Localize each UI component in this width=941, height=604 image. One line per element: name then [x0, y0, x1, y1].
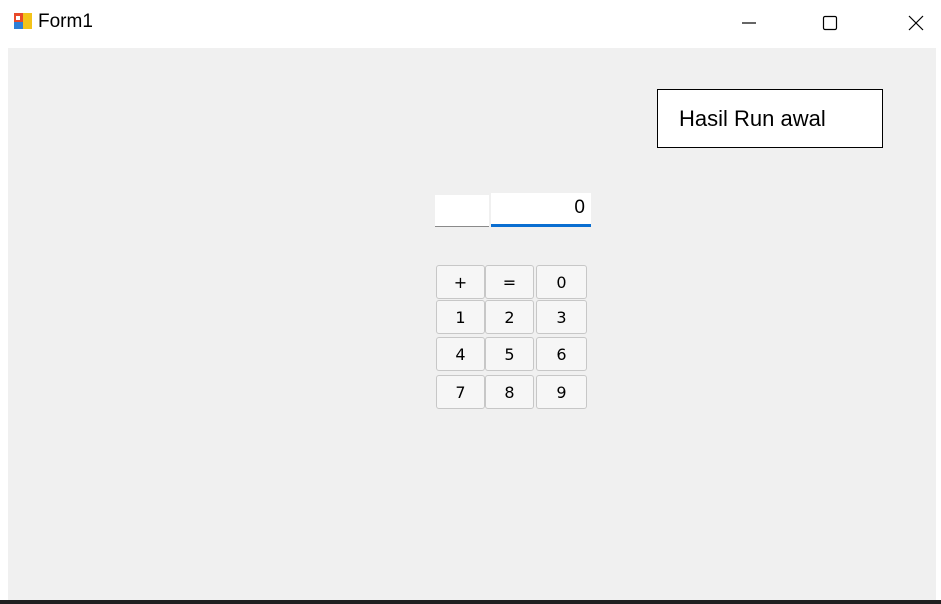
window-bottom-edge — [0, 600, 941, 604]
close-icon — [908, 15, 924, 31]
digit-1-button[interactable]: 1 — [436, 300, 485, 334]
digit-6-button[interactable]: 6 — [536, 337, 587, 371]
digit-7-button[interactable]: 7 — [436, 375, 485, 409]
plus-button[interactable]: + — [436, 265, 485, 299]
note-label: Hasil Run awal — [657, 89, 883, 148]
window-title: Form1 — [38, 11, 93, 32]
digit-2-button[interactable]: 2 — [485, 300, 534, 334]
minimize-button[interactable] — [726, 0, 772, 46]
close-button[interactable] — [893, 0, 939, 46]
title-bar[interactable]: Form1 — [0, 0, 941, 48]
digit-5-button[interactable]: 5 — [485, 337, 534, 371]
digit-4-button[interactable]: 4 — [436, 337, 485, 371]
app-form-icon — [14, 13, 32, 29]
digit-0-button[interactable]: 0 — [536, 265, 587, 299]
digit-3-button[interactable]: 3 — [536, 300, 587, 334]
minimize-icon — [742, 22, 756, 24]
maximize-button[interactable] — [807, 0, 853, 46]
equals-button[interactable]: = — [485, 265, 534, 299]
digit-8-button[interactable]: 8 — [485, 375, 534, 409]
digit-9-button[interactable]: 9 — [536, 375, 587, 409]
maximize-icon — [822, 15, 838, 31]
operator-textbox[interactable] — [435, 195, 489, 227]
display-textbox[interactable]: 0 — [491, 193, 591, 227]
